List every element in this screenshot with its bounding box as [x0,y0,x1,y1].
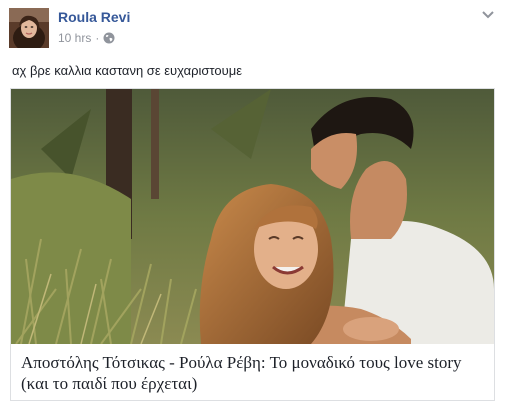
link-title[interactable]: Αποστόλης Τότσικας - Ρούλα Ρέβη: Το μονα… [21,352,486,394]
link-preview-card[interactable]: Αποστόλης Τότσικας - Ρούλα Ρέβη: Το μονα… [10,88,495,401]
chevron-down-icon [482,11,494,19]
timestamp[interactable]: 10 hrs [58,31,91,45]
avatar[interactable] [9,8,49,48]
post-text: αχ βρε καλλια καστανη σε ευχαριστουμε [12,63,243,78]
globe-icon[interactable] [103,32,115,44]
profile-photo [9,8,49,48]
meta-separator: · [95,31,100,45]
post-meta: 10 hrs · [58,31,115,45]
facebook-post: Roula Revi 10 hrs · αχ βρε καλλια κασταν… [0,0,505,403]
author-name[interactable]: Roula Revi [58,9,130,25]
post-options-button[interactable] [480,8,496,22]
link-preview-image[interactable] [11,89,494,344]
